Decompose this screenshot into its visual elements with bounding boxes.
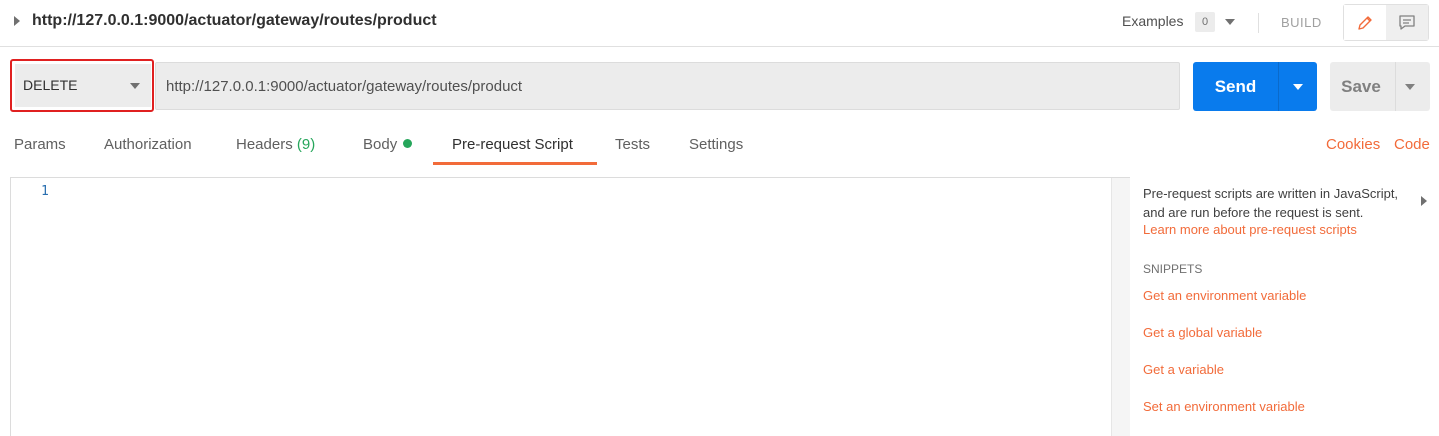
method-select-highlight: DELETE (10, 59, 154, 112)
snippet-set-environment-variable[interactable]: Set an environment variable (1143, 399, 1305, 414)
send-button-divider (1278, 62, 1279, 111)
save-options-dropdown-icon[interactable] (1405, 84, 1415, 90)
editor-scrollbar[interactable] (1111, 178, 1130, 436)
examples-label[interactable]: Examples (1122, 13, 1183, 29)
comments-mode-button[interactable] (1386, 5, 1428, 40)
build-mode-label[interactable]: BUILD (1281, 15, 1322, 30)
tab-pre-request-script[interactable]: Pre-request Script (452, 136, 573, 153)
send-button-label: Send (1214, 77, 1257, 96)
tab-settings[interactable]: Settings (689, 136, 743, 153)
active-tab-indicator (433, 162, 597, 165)
pencil-icon (1358, 15, 1372, 30)
collapse-caret-icon[interactable] (14, 16, 20, 26)
tab-body[interactable]: Body (363, 136, 413, 153)
line-number: 1 (41, 184, 49, 199)
examples-dropdown-icon[interactable] (1225, 19, 1235, 25)
url-input[interactable] (155, 62, 1180, 110)
headers-count: (9) (296, 136, 316, 153)
request-title[interactable]: http://127.0.0.1:9000/actuator/gateway/r… (32, 12, 437, 30)
save-button[interactable]: Save (1330, 62, 1430, 111)
tab-authorization[interactable]: Authorization (104, 136, 192, 153)
method-select[interactable]: DELETE (15, 64, 151, 107)
snippet-get-variable[interactable]: Get a variable (1143, 362, 1224, 377)
tab-headers[interactable]: Headers (9) (236, 136, 315, 153)
body-status-dot (403, 139, 413, 148)
method-select-value: DELETE (23, 77, 78, 93)
edit-mode-button[interactable] (1344, 5, 1386, 40)
learn-more-link[interactable]: Learn more about pre-request scripts (1143, 222, 1357, 237)
send-options-dropdown-icon[interactable] (1293, 84, 1303, 90)
request-header-bar: http://127.0.0.1:9000/actuator/gateway/r… (0, 0, 1439, 47)
save-button-label: Save (1341, 77, 1381, 96)
examples-count-badge: 0 (1195, 12, 1215, 32)
view-mode-toggle (1343, 4, 1429, 41)
tab-params[interactable]: Params (14, 136, 66, 153)
save-button-divider (1395, 62, 1396, 111)
snippets-heading: SNIPPETS (1143, 262, 1203, 276)
tab-body-label: Body (363, 136, 398, 153)
snippet-get-global-variable[interactable]: Get a global variable (1143, 325, 1262, 340)
comment-icon (1399, 14, 1415, 30)
code-link[interactable]: Code (1394, 136, 1430, 153)
snippet-get-environment-variable[interactable]: Get an environment variable (1143, 288, 1306, 303)
collapse-pane-icon[interactable] (1421, 196, 1427, 206)
cookies-link[interactable]: Cookies (1326, 136, 1380, 153)
toolbar-divider (1258, 13, 1259, 33)
tab-tests[interactable]: Tests (615, 136, 650, 153)
tab-headers-label: Headers (236, 136, 293, 153)
snippets-description: Pre-request scripts are written in JavaS… (1143, 186, 1399, 220)
script-editor[interactable]: 1 (10, 177, 1130, 436)
chevron-down-icon (130, 83, 140, 89)
send-button[interactable]: Send (1193, 62, 1317, 111)
